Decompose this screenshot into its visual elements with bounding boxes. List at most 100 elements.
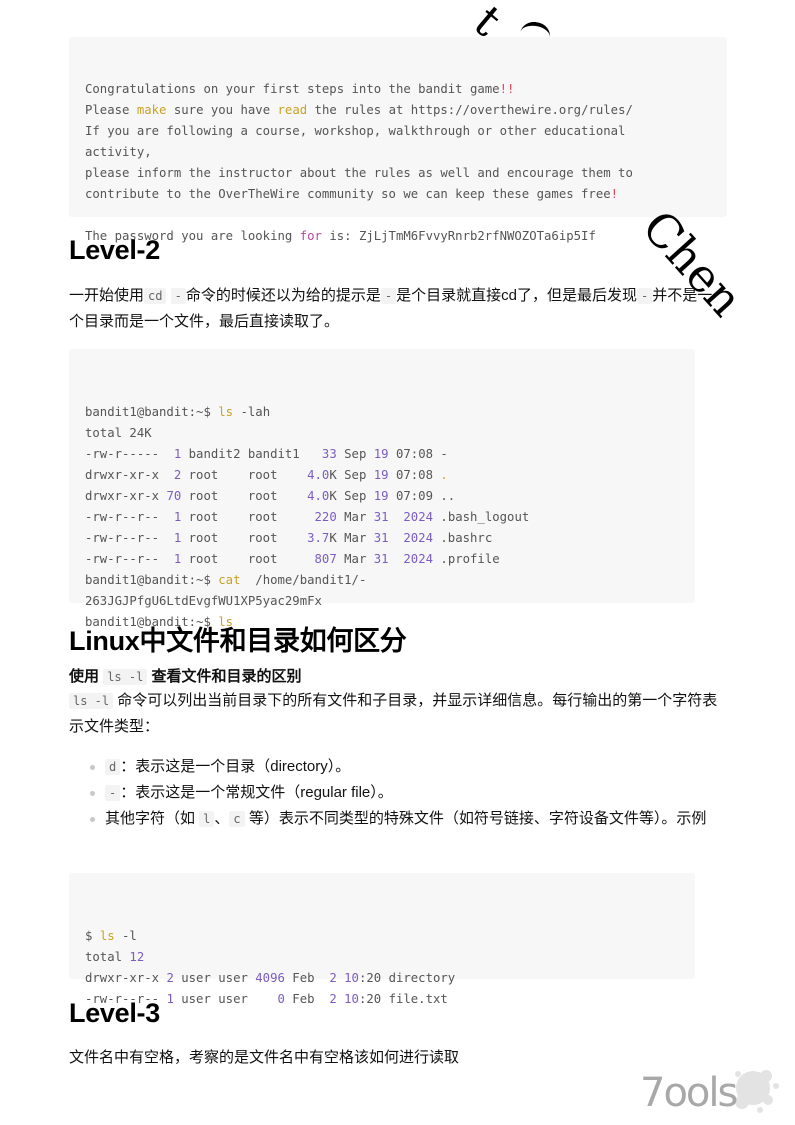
code-line: bandit1@bandit:~$ cat /home/bandit1/- <box>85 570 679 591</box>
code-token: bandit1@bandit:~$ <box>85 573 219 587</box>
code-token-highlight: 70 <box>166 489 182 503</box>
code-line: -rw-r--r-- 1 user user 0 Feb 2 10:20 fil… <box>85 989 679 1010</box>
code-token: -lah <box>233 405 271 419</box>
code-token: .profile <box>433 552 500 566</box>
code-token-highlight: 19 <box>373 447 389 461</box>
inline-code-ls-l: ls -l <box>103 669 148 685</box>
code-line: 263JGJPfgU6LtdEvgfWU1XP5yac29mFx <box>85 591 679 612</box>
inline-code-cd: cd <box>144 288 167 304</box>
code-line: -rw-r--r-- 1 root root 220 Mar 31 2024 .… <box>85 507 679 528</box>
code-token-highlight: 2024 <box>403 552 434 566</box>
linux-para-text: 命令可以列出当前目录下的所有文件和子目录，并显示详细信息。每行输出的第一个字符表… <box>69 692 718 735</box>
code-token: root root <box>181 552 315 566</box>
code-token-highlight: 33 <box>321 447 337 461</box>
code-token: drwxr-xr-x <box>85 468 174 482</box>
inline-code-ls-l: ls -l <box>69 693 114 709</box>
code-token: drwxr-xr-x <box>85 489 167 503</box>
level2-para-part1: 一开始使用 <box>69 287 145 304</box>
code-token-highlight: 19 <box>373 468 389 482</box>
linux-paragraph: ls -l 命令可以列出当前目录下的所有文件和子目录，并显示详细信息。每行输出的… <box>69 688 719 740</box>
code-line: The password you are looking for is: ZjL… <box>85 226 711 247</box>
file-type-list: d ：表示这是一个目录（directory）。 - ：表示这是一个常规文件（regu… <box>69 754 729 832</box>
code-token: bandit2 bandit1 <box>181 447 322 461</box>
list-item-prefix: 其他字符（如 <box>105 810 200 827</box>
code-token-highlight: 2 <box>166 971 174 985</box>
inline-code-dash: - <box>170 288 186 304</box>
code-line: total 12 <box>85 947 679 968</box>
code-token: 07:09 .. <box>388 489 456 503</box>
list-item-text: ：表示这是一个目录（directory）。 <box>120 758 351 775</box>
tools-logo: 7ools <box>638 1062 788 1120</box>
code-token: is: ZjLjTmM6FvvyRnrb2rfNWOZOTa6ip5If <box>321 229 596 243</box>
code-token: -rw-r--r-- <box>85 552 174 566</box>
code-token: -l <box>114 929 137 943</box>
code-line: If you are following a course, workshop,… <box>85 121 711 142</box>
ls-example-code-block: $ ls -l total 12 drwxr-xr-x 2 user user 40… <box>69 873 695 1006</box>
code-line: Please make sure you have read the rules… <box>85 100 711 121</box>
code-line: activity, <box>85 142 711 163</box>
code-token-highlight: cat <box>218 573 241 587</box>
code-line: drwxr-xr-x 2 user user 4096 Feb 2 10:20 … <box>85 968 679 989</box>
bullet-dot <box>90 791 95 796</box>
code-token: root root <box>181 468 308 482</box>
inline-code-dash: - <box>380 288 397 304</box>
list-item: 其他字符（如 l、 c 等）表示不同类型的特殊文件（如符号链接、字符设备文件等）。… <box>69 806 729 832</box>
list-item-text: ：表示这是一个常规文件（regular file）。 <box>120 784 393 801</box>
code-token: :20 file.txt <box>358 992 448 1006</box>
code-token: activity, <box>85 145 152 159</box>
code-line: $ ls -l <box>85 926 679 947</box>
code-line: total 24K <box>85 423 679 444</box>
code-token: root root <box>181 510 315 524</box>
watermark-arc <box>517 19 553 51</box>
code-token: total 24K <box>85 426 152 440</box>
code-token-highlight: 807 <box>314 552 337 566</box>
code-line: Congratulations on your first steps into… <box>85 79 711 100</box>
code-token-highlight: 2 <box>329 971 337 985</box>
list-item-sep: 、 <box>214 810 230 827</box>
code-token: sure you have <box>166 103 278 117</box>
code-token-highlight: for <box>299 229 322 243</box>
code-token-highlight: !! <box>499 82 515 96</box>
code-token-highlight: 1 <box>166 992 174 1006</box>
code-line: -rw-r--r-- 1 root root 3.7K Mar 31 2024 … <box>85 528 679 549</box>
code-token-highlight: 2024 <box>403 531 433 545</box>
inline-code-c: c <box>229 811 245 827</box>
code-token-highlight: ls <box>218 405 234 419</box>
level2-para-part3: 是个目录就直接cd了，但是最后发现 <box>396 287 637 304</box>
code-line: -rw-r----- 1 bandit2 bandit1 33 Sep 19 0… <box>85 444 679 465</box>
subheading-prefix: 使用 <box>69 668 100 685</box>
logo-text: 7ools <box>640 1070 737 1116</box>
code-token: please inform the instructor about the r… <box>85 166 633 180</box>
code-token-highlight: 4.0 <box>307 468 330 482</box>
code-token: Congratulations on your first steps into… <box>85 82 500 96</box>
code-line: please inform the instructor about the r… <box>85 163 711 184</box>
inline-code-dash: - <box>636 288 653 304</box>
code-token-highlight: 2 <box>329 992 337 1006</box>
bullet-dot <box>90 817 95 822</box>
code-token: -rw-r----- <box>85 447 174 461</box>
code-token: K Sep <box>329 489 374 503</box>
code-token-highlight: ! <box>610 187 619 201</box>
code-line: bandit1@bandit:~$ ls -lah <box>85 402 679 423</box>
code-token: K Sep <box>329 468 374 482</box>
linux-section-heading: Linux中文件和目录如何区分 <box>69 626 407 656</box>
code-token: :20 directory <box>358 971 456 985</box>
level3-paragraph: 文件名中有空格，考察的是文件名中有空格该如何进行读取 <box>69 1049 460 1066</box>
code-token: bandit1@bandit:~$ <box>85 405 219 419</box>
intro-code-block: Congratulations on your first steps into… <box>69 37 727 243</box>
code-token-highlight: 2024 <box>403 510 434 524</box>
code-token: $ <box>85 929 100 943</box>
subheading-suffix: 查看文件和目录的区别 <box>151 668 302 685</box>
splash-icon: 7ools <box>640 1070 779 1116</box>
code-token: Mar <box>336 552 374 566</box>
code-token-highlight: 31 <box>373 552 389 566</box>
code-token: Feb <box>284 992 330 1006</box>
code-token-highlight: 4096 <box>255 971 285 985</box>
code-token-highlight: 4.0 <box>307 489 330 503</box>
code-token-highlight: 31 <box>373 510 389 524</box>
code-token-highlight: read <box>277 103 308 117</box>
